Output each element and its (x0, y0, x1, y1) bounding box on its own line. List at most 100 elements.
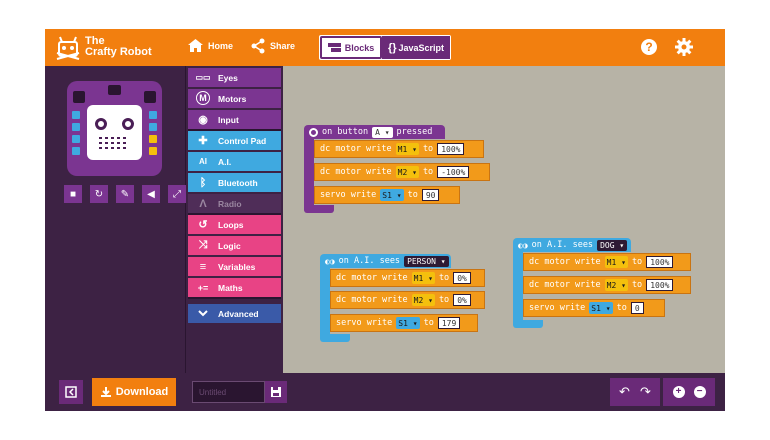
blocks-tab[interactable]: Blocks (320, 36, 382, 59)
value-input[interactable]: 100% (646, 256, 674, 268)
board-button-b[interactable] (144, 91, 156, 103)
category-loops[interactable]: ↺ Loops (188, 215, 281, 234)
target-dropdown[interactable]: PERSON ▾ (404, 255, 449, 267)
category-radio[interactable]: Λ Radio (188, 194, 281, 213)
share-button[interactable]: Share (250, 38, 295, 54)
blocks-workspace[interactable]: on button A ▾ pressed dc motor write M1 … (283, 66, 725, 373)
category-variables[interactable]: ≡ Variables (188, 257, 281, 276)
button-dropdown[interactable]: A ▾ (372, 126, 393, 138)
dc-motor-write-block[interactable]: dc motor write M1 ▾ to 0% (330, 269, 485, 287)
category-label: A.I. (218, 156, 232, 167)
category-ai[interactable]: AI A.I. (188, 152, 281, 171)
stmt-to: to (407, 190, 418, 200)
blocks-icon (327, 42, 341, 52)
stmt-text: servo write (529, 303, 586, 313)
slow-mo-icon[interactable]: ✎ (116, 185, 134, 203)
robot-logo-icon[interactable] (53, 33, 83, 63)
category-input[interactable]: ◉ Input (188, 110, 281, 129)
value-input[interactable]: 0 (630, 302, 644, 314)
variables-icon: ≡ (199, 260, 207, 273)
download-icon (100, 387, 111, 397)
category-eyes[interactable]: ▭▭ Eyes (188, 68, 281, 87)
dropdown-value: S1 (382, 190, 392, 200)
dc-motor-write-block[interactable]: dc motor write M2 ▾ to 0% (330, 291, 485, 309)
value-input[interactable]: 0% (453, 272, 471, 284)
port-dropdown[interactable]: M1 ▾ (395, 143, 419, 155)
javascript-tab[interactable]: {} JavaScript (382, 36, 450, 59)
servo-write-block[interactable]: servo write S1 ▾ to 0 (523, 299, 665, 317)
motor-icon: M (196, 91, 210, 105)
help-icon[interactable]: ? (640, 38, 658, 56)
category-control-pad[interactable]: ✚ Control Pad (188, 131, 281, 150)
collapse-simulator-button[interactable] (59, 380, 83, 404)
stop-icon[interactable]: ■ (64, 185, 82, 203)
value-input[interactable]: -100% (437, 166, 470, 178)
gear-icon[interactable] (675, 38, 693, 56)
category-label: Motors (218, 93, 247, 104)
value-input[interactable]: 100% (646, 279, 674, 291)
board-reset-button[interactable] (108, 85, 121, 95)
port-dropdown[interactable]: S1 ▾ (380, 189, 404, 201)
dc-motor-write-block[interactable]: dc motor write M1 ▾ to 100% (314, 140, 484, 158)
bluetooth-icon: ᛒ (199, 176, 207, 189)
stmt-to: to (631, 257, 643, 267)
category-advanced[interactable]: Advanced (188, 304, 281, 323)
stmt-to: to (422, 167, 434, 177)
port-dropdown[interactable]: M2 ▾ (395, 166, 419, 178)
block-hat: on button A ▾ pressed (304, 125, 437, 139)
download-button[interactable]: Download (92, 378, 176, 406)
value-input[interactable]: 90 (421, 189, 440, 201)
brand-line-2: Crafty Robot (85, 46, 152, 58)
category-bluetooth[interactable]: ᛒ Bluetooth (188, 173, 281, 192)
value-input[interactable]: 100% (437, 143, 465, 155)
port-dropdown[interactable]: S1 ▾ (589, 302, 613, 314)
brand-name[interactable]: The Crafty Robot (85, 36, 152, 58)
stmt-text: dc motor write (336, 295, 408, 305)
servo-write-block[interactable]: servo write S1 ▾ to 179 (330, 314, 478, 332)
servo-write-block[interactable]: servo write S1 ▾ to 90 (314, 186, 460, 204)
dc-motor-write-block[interactable]: dc motor write M2 ▾ to 100% (523, 276, 691, 294)
target-dropdown[interactable]: DOG ▾ (597, 239, 628, 251)
share-icon (251, 38, 265, 54)
simulator-panel: ■ ↻ ✎ ◀ ⤢ (45, 66, 186, 373)
save-button[interactable] (265, 381, 287, 403)
board-pin (72, 123, 80, 131)
simulator-controls: ■ ↻ ✎ ◀ ⤢ (64, 185, 186, 203)
zoom-in-icon[interactable]: + (672, 386, 685, 398)
logic-icon: ⤨ (198, 239, 208, 251)
home-button[interactable]: Home (187, 38, 233, 53)
dc-motor-write-block[interactable]: dc motor write M2 ▾ to -100% (314, 163, 490, 181)
block-footer (513, 320, 543, 328)
stmt-text: dc motor write (320, 144, 392, 154)
dropdown-value: M2 (413, 295, 424, 305)
loops-icon: ↺ (198, 219, 208, 231)
dc-motor-write-block[interactable]: dc motor write M1 ▾ to 100% (523, 253, 691, 271)
stmt-text: dc motor write (336, 273, 408, 283)
input-icon: ◉ (198, 114, 208, 126)
redo-icon[interactable]: ↷ (640, 384, 651, 400)
board-pin (72, 135, 80, 143)
category-maths[interactable]: += Maths (188, 278, 281, 297)
fullscreen-icon[interactable]: ⤢ (168, 185, 186, 203)
board-pin (72, 147, 80, 155)
category-motors[interactable]: M Motors (188, 89, 281, 108)
port-dropdown[interactable]: M1 ▾ (604, 256, 628, 268)
restart-icon[interactable]: ↻ (90, 185, 108, 203)
mute-icon[interactable]: ◀ (142, 185, 160, 203)
category-label: Variables (218, 261, 256, 272)
port-dropdown[interactable]: M1 ▾ (411, 272, 435, 284)
port-dropdown[interactable]: S1 ▾ (396, 317, 420, 329)
project-name-input[interactable]: Untitled (192, 381, 265, 403)
zoom-out-icon[interactable]: − (693, 386, 706, 398)
robot-board-simulator[interactable] (67, 81, 162, 176)
value-input[interactable]: 179 (437, 317, 461, 329)
value-input[interactable]: 0% (453, 294, 471, 306)
svg-text:?: ? (645, 40, 652, 54)
dropdown-value: S1 (591, 303, 601, 313)
undo-icon[interactable]: ↶ (619, 384, 630, 400)
port-dropdown[interactable]: M2 ▾ (411, 294, 435, 306)
board-button-a[interactable] (73, 91, 85, 103)
dropdown-value: PERSON (407, 256, 436, 266)
port-dropdown[interactable]: M2 ▾ (604, 279, 628, 291)
category-logic[interactable]: ⤨ Logic (188, 236, 281, 255)
